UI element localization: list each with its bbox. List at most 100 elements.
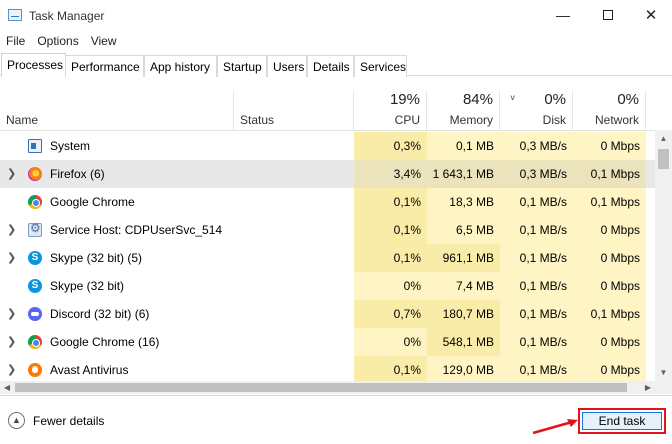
vertical-scrollbar[interactable]: ▲ ▼ bbox=[655, 130, 672, 381]
close-button[interactable]: ✕ bbox=[629, 0, 672, 31]
disk-value: 0,3 MB/s bbox=[500, 160, 573, 188]
tab-startup[interactable]: Startup bbox=[217, 55, 267, 77]
column-label-disk: Disk bbox=[542, 113, 566, 127]
tab-services[interactable]: Services bbox=[354, 55, 407, 77]
scroll-left-icon[interactable]: ◀ bbox=[0, 381, 14, 394]
skype-icon: S bbox=[28, 251, 42, 265]
expand-chevron-icon[interactable]: ❯ bbox=[7, 244, 16, 272]
expand-chevron-icon[interactable]: ❯ bbox=[7, 300, 16, 328]
process-name: Google Chrome (16) bbox=[50, 335, 160, 349]
process-name: System bbox=[50, 139, 91, 153]
menu-view[interactable]: View bbox=[85, 31, 123, 51]
menu-bar: File Options View bbox=[0, 31, 672, 51]
column-label-network: Network bbox=[594, 113, 639, 127]
tab-processes[interactable]: Processes bbox=[1, 53, 66, 77]
cpu-value: 0,1% bbox=[354, 356, 427, 381]
network-value: 0,1 Mbps bbox=[573, 160, 646, 188]
vertical-scroll-thumb[interactable] bbox=[658, 149, 669, 169]
skype-icon: S bbox=[28, 279, 42, 293]
maximize-button[interactable] bbox=[586, 0, 630, 31]
disk-value: 0,1 MB/s bbox=[500, 328, 573, 356]
red-arrow-annotation bbox=[532, 419, 578, 435]
table-row[interactable]: ❯ Firefox (6) 3,4% 1 643,1 MB 0,3 MB/s 0… bbox=[0, 160, 655, 188]
column-header-network[interactable]: 0% Network bbox=[573, 91, 646, 131]
chevron-up-circle-icon[interactable]: ▲ bbox=[8, 412, 25, 429]
scroll-right-icon[interactable]: ▶ bbox=[641, 381, 655, 394]
cpu-value: 3,4% bbox=[354, 160, 427, 188]
gear-icon bbox=[28, 221, 42, 237]
discord-icon bbox=[28, 307, 42, 321]
disk-value: 0,1 MB/s bbox=[500, 188, 573, 216]
scrollbar-corner bbox=[655, 381, 672, 394]
process-name: Skype (32 bit) bbox=[50, 279, 125, 293]
disk-total: 0% bbox=[544, 91, 566, 108]
horizontal-scrollbar[interactable]: ◀ ▶ bbox=[0, 381, 655, 394]
tab-performance[interactable]: Performance bbox=[65, 55, 144, 77]
footer-bar: ▲ Fewer details End task bbox=[0, 395, 672, 444]
process-name: Skype (32 bit) (5) bbox=[50, 251, 143, 265]
horizontal-scroll-thumb[interactable] bbox=[15, 383, 627, 392]
tab-details[interactable]: Details bbox=[307, 55, 354, 77]
window-title: Task Manager bbox=[29, 9, 105, 23]
memory-value: 18,3 MB bbox=[427, 188, 500, 216]
memory-value: 180,7 MB bbox=[427, 300, 500, 328]
maximize-icon bbox=[603, 10, 613, 20]
table-row[interactable]: Google Chrome 0,1% 18,3 MB 0,1 MB/s 0,1 … bbox=[0, 188, 655, 216]
expand-chevron-icon[interactable]: ❯ bbox=[7, 356, 16, 381]
memory-value: 129,0 MB bbox=[427, 356, 500, 381]
cpu-total: 19% bbox=[389, 91, 420, 108]
sort-caret-icon: ˅ bbox=[510, 93, 516, 103]
table-row[interactable]: System 0,3% 0,1 MB 0,3 MB/s 0 Mbps bbox=[0, 132, 655, 160]
menu-options[interactable]: Options bbox=[31, 31, 84, 51]
memory-value: 1 643,1 MB bbox=[427, 160, 500, 188]
tab-users[interactable]: Users bbox=[267, 55, 307, 77]
expand-chevron-icon[interactable]: ❯ bbox=[7, 160, 16, 188]
end-task-highlight: End task bbox=[578, 408, 666, 434]
minimize-button[interactable]: — bbox=[541, 0, 585, 31]
table-row[interactable]: ❯ Service Host: CDPUserSvc_514da 0,1% 6,… bbox=[0, 216, 655, 244]
column-header-name[interactable]: Name bbox=[0, 91, 234, 131]
memory-value: 0,1 MB bbox=[427, 132, 500, 160]
table-row[interactable]: S Skype (32 bit) 0% 7,4 MB 0,1 MB/s 0 Mb… bbox=[0, 272, 655, 300]
table-row[interactable]: ❯ Avast Antivirus 0,1% 129,0 MB 0,1 MB/s… bbox=[0, 356, 655, 381]
memory-value: 548,1 MB bbox=[427, 328, 500, 356]
expand-chevron-icon[interactable]: ❯ bbox=[7, 328, 16, 356]
column-label-cpu: CPU bbox=[394, 113, 420, 127]
end-task-button[interactable]: End task bbox=[582, 412, 662, 430]
scroll-up-icon[interactable]: ▲ bbox=[655, 130, 672, 147]
table-row[interactable]: ❯ Google Chrome (16) 0% 548,1 MB 0,1 MB/… bbox=[0, 328, 655, 356]
menu-file[interactable]: File bbox=[0, 31, 31, 51]
chrome-icon bbox=[28, 335, 42, 349]
tab-bar: Processes Performance App history Startu… bbox=[0, 53, 672, 77]
chrome-icon bbox=[28, 195, 42, 209]
process-name: Avast Antivirus bbox=[50, 363, 129, 377]
memory-total: 84% bbox=[462, 91, 493, 108]
process-name: Firefox (6) bbox=[50, 167, 105, 181]
cpu-value: 0,1% bbox=[354, 188, 427, 216]
disk-value: 0,3 MB/s bbox=[500, 132, 573, 160]
column-header-status[interactable]: Status bbox=[234, 91, 354, 131]
disk-value: 0,1 MB/s bbox=[500, 272, 573, 300]
column-header-disk[interactable]: ˅ 0% Disk bbox=[500, 91, 573, 131]
firefox-icon bbox=[28, 167, 42, 181]
fewer-details-link[interactable]: Fewer details bbox=[33, 414, 104, 428]
column-header-memory[interactable]: 84% Memory bbox=[427, 91, 500, 131]
memory-value: 961,1 MB bbox=[427, 244, 500, 272]
tab-app-history[interactable]: App history bbox=[144, 55, 217, 77]
cpu-value: 0,3% bbox=[354, 132, 427, 160]
table-row[interactable]: ❯ S Skype (32 bit) (5) 0,1% 961,1 MB 0,1… bbox=[0, 244, 655, 272]
memory-value: 7,4 MB bbox=[427, 272, 500, 300]
network-value: 0 Mbps bbox=[573, 328, 646, 356]
expand-chevron-icon[interactable]: ❯ bbox=[7, 216, 16, 244]
table-row[interactable]: ❯ Discord (32 bit) (6) 0,7% 180,7 MB 0,1… bbox=[0, 300, 655, 328]
cpu-value: 0,1% bbox=[354, 216, 427, 244]
disk-value: 0,1 MB/s bbox=[500, 244, 573, 272]
memory-value: 6,5 MB bbox=[427, 216, 500, 244]
scroll-down-icon[interactable]: ▼ bbox=[655, 364, 672, 381]
network-value: 0,1 Mbps bbox=[573, 188, 646, 216]
column-header-cpu[interactable]: 19% CPU bbox=[354, 91, 427, 131]
avast-icon bbox=[28, 363, 42, 377]
column-label-status: Status bbox=[240, 113, 275, 127]
table-header: Name Status 19% CPU 84% Memory ˅ 0% Disk… bbox=[0, 91, 655, 131]
process-name: Google Chrome bbox=[50, 195, 135, 209]
